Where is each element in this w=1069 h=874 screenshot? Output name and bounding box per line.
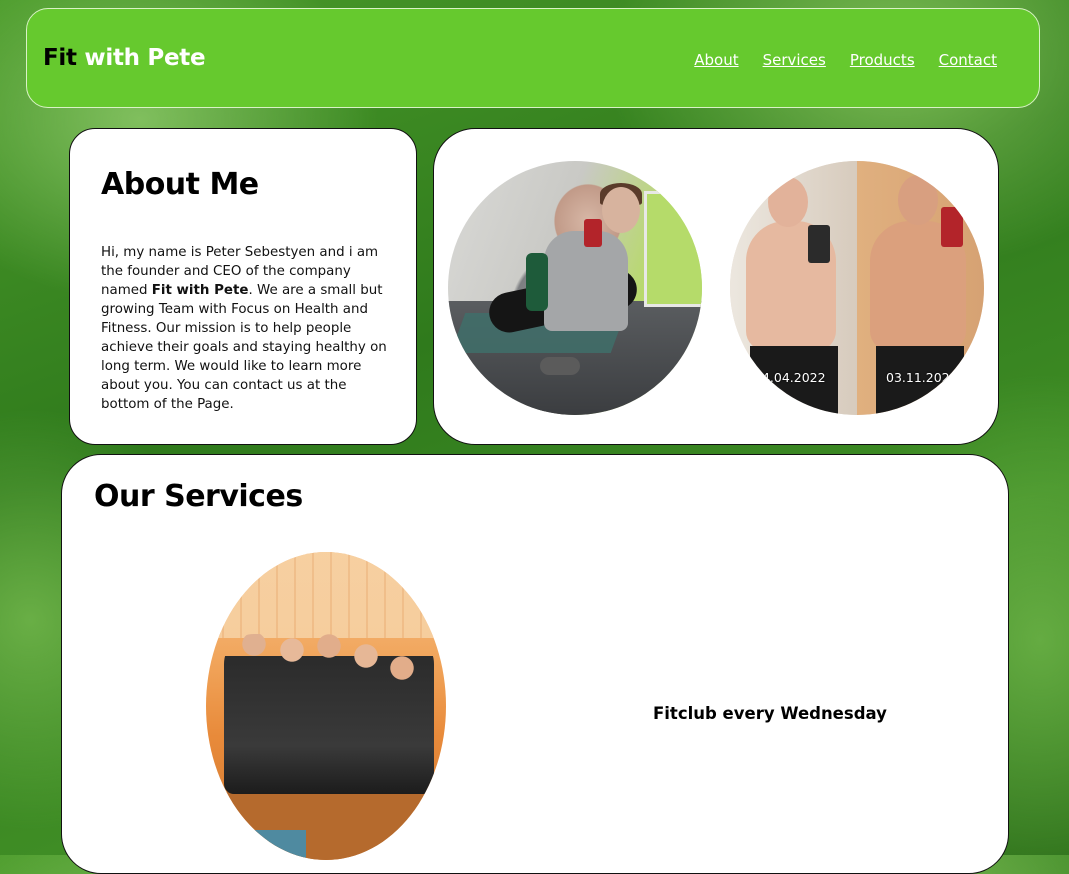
nav-link-products[interactable]: Products <box>850 51 915 69</box>
about-company-name: Fit with Pete <box>151 283 249 298</box>
before-after-photo: 14.04.2022 03.11.2023 <box>730 161 984 415</box>
after-date-label: 03.11.2023 <box>886 370 958 385</box>
about-title: About Me <box>101 167 259 202</box>
nav-link-contact[interactable]: Contact <box>939 51 997 69</box>
logo-part-fit: Fit <box>43 45 77 71</box>
site-logo[interactable]: Fit with Pete <box>43 45 206 71</box>
services-card: Our Services Fitclub every Wednesday <box>61 454 1009 874</box>
fitclub-service-label: Fitclub every Wednesday <box>653 704 887 723</box>
nav-link-about[interactable]: About <box>694 51 738 69</box>
before-date-label: 14.04.2022 <box>754 370 826 385</box>
about-text: Hi, my name is Peter Sebestyen and i am … <box>101 243 393 414</box>
header-bar: Fit with Pete About Services Products Co… <box>26 8 1040 108</box>
gym-selfie-photo <box>448 161 702 415</box>
nav-link-services[interactable]: Services <box>763 51 826 69</box>
about-text-rest: . We are a small but growing Team with F… <box>101 283 387 412</box>
about-card: About Me Hi, my name is Peter Sebestyen … <box>69 128 417 445</box>
fitclub-group-photo <box>206 552 446 860</box>
photos-card: 14.04.2022 03.11.2023 <box>433 128 999 445</box>
services-title: Our Services <box>94 479 303 514</box>
logo-part-with-pete: with Pete <box>84 45 206 71</box>
main-nav: About Services Products Contact <box>694 51 997 69</box>
